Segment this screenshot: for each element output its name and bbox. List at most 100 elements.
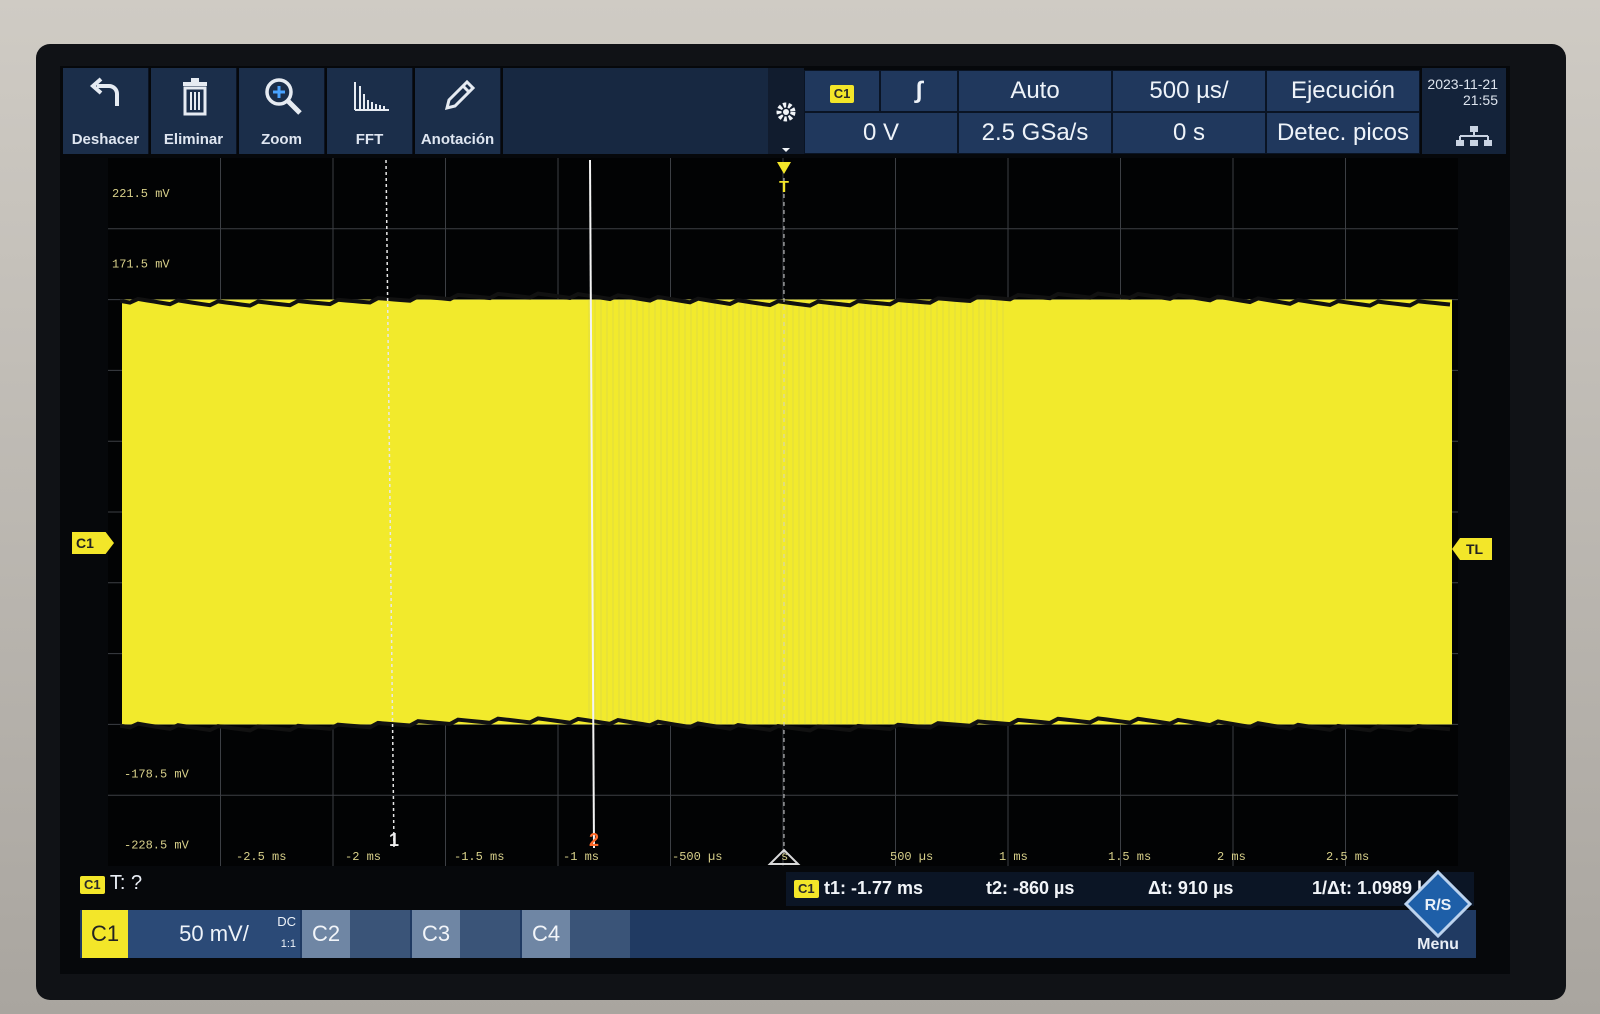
channel-3-box[interactable] (460, 910, 520, 958)
signal-stripe (756, 299, 758, 725)
signal-stripe (942, 299, 944, 725)
trigger-level[interactable]: 0 V (804, 112, 958, 154)
x-axis-label: s (781, 850, 788, 864)
signal-stripe (966, 299, 968, 725)
network-icon (1456, 126, 1492, 146)
channel-2-tab[interactable]: C2 (302, 910, 350, 958)
signal-stripe (648, 299, 650, 725)
date-text: 2023-11-21 (1427, 76, 1498, 92)
time-offset[interactable]: 0 s (1112, 112, 1266, 154)
y-axis-label: 221.5 mV (112, 187, 170, 201)
signal-stripe (906, 299, 908, 725)
signal-stripe (960, 299, 962, 725)
channel-1-ratio: 1:1 (280, 938, 296, 950)
signal-stripe (654, 299, 656, 725)
channel-2-box[interactable] (350, 910, 410, 958)
signal-stripe (714, 299, 716, 725)
signal-stripe (822, 299, 824, 725)
x-axis-label: 2 ms (1217, 850, 1246, 864)
channel-4-box[interactable] (570, 910, 630, 958)
cursor-t2: t2: -860 µs (986, 878, 1075, 898)
trigger-mode[interactable]: Auto (958, 70, 1112, 112)
timebase-scale[interactable]: 500 µs/ (1112, 70, 1266, 112)
y-axis-label: -178.5 mV (124, 768, 190, 782)
signal-stripe (786, 299, 788, 725)
waveform-display[interactable]: T 1 2 221.5 mV 171.5 mV -178.5 mV -228.5 mV… (108, 158, 1458, 866)
signal-stripe (642, 299, 644, 725)
waveform-canvas: T 1 2 221.5 mV 171.5 mV -178.5 mV -228.5 mV… (108, 158, 1458, 866)
cursor-readout[interactable]: C1 t1: -1.77 ms t2: -860 µs Δt: 910 µs 1… (786, 872, 1474, 906)
undo-button[interactable]: Deshacer (63, 68, 149, 154)
signal-stripe (816, 299, 818, 725)
delete-label: Eliminar (163, 131, 224, 148)
fft-label: FFT (355, 131, 384, 148)
signal-stripe (624, 299, 626, 725)
menu-button[interactable]: R/S Menu (1400, 866, 1476, 958)
delete-button[interactable]: Eliminar (151, 68, 237, 154)
signal-stripe (618, 299, 620, 725)
signal-stripe (672, 299, 674, 725)
acquisition-mode[interactable]: Detec. picos (1266, 112, 1420, 154)
signal-stripe (912, 299, 914, 725)
channel-1-tab[interactable]: C1 (82, 910, 128, 958)
signal-stripe (936, 299, 938, 725)
signal-stripe (930, 299, 932, 725)
signal-stripe (780, 299, 782, 725)
signal-stripe (858, 299, 860, 725)
signal-stripe (888, 299, 890, 725)
channel-3-tab[interactable]: C3 (412, 910, 460, 958)
signal-stripe (1002, 299, 1004, 725)
channel-4-tab[interactable]: C4 (522, 910, 570, 958)
settings-button[interactable] (768, 68, 804, 154)
zoom-button[interactable]: Zoom (239, 68, 325, 154)
signal-stripe (864, 299, 866, 725)
signal-stripe (834, 299, 836, 725)
trigger-source-badge: C1 (829, 85, 855, 103)
fft-button[interactable]: FFT (327, 68, 413, 154)
trigger-info: C1 T: ? (80, 872, 142, 902)
signal-stripe (696, 299, 698, 725)
signal-stripe (876, 299, 878, 725)
x-axis-label: -2.5 ms (236, 850, 286, 864)
signal-stripe (600, 299, 602, 725)
signal-stripe (594, 299, 596, 725)
channel-offset-marker[interactable]: C1 (72, 532, 114, 554)
run-state[interactable]: Ejecución (1266, 70, 1420, 112)
x-axis-label: -1.5 ms (454, 850, 504, 864)
trigger-slope[interactable]: ∫ (880, 70, 958, 112)
signal-stripe (954, 299, 956, 725)
signal-stripe (720, 299, 722, 725)
annotation-label: Anotación (420, 131, 495, 148)
menu-label: Menu (1417, 936, 1459, 953)
signal-stripe (732, 299, 734, 725)
trigger-info-text: T: ? (109, 872, 143, 894)
signal-stripe (606, 299, 608, 725)
fft-icon (354, 82, 389, 111)
channel-1-scale-box[interactable]: 50 mV/ DC 1:1 (128, 910, 300, 958)
signal-stripe (870, 299, 872, 725)
trigger-source-cell[interactable]: C1 (804, 70, 880, 112)
x-axis-label: 1.5 ms (1108, 850, 1151, 864)
signal-stripe (684, 299, 686, 725)
y-axis-label: 171.5 mV (112, 258, 170, 272)
signal-stripe (768, 299, 770, 725)
signal-stripe (984, 299, 986, 725)
signal-stripe (798, 299, 800, 725)
undo-label: Deshacer (71, 131, 140, 148)
signal-stripe (978, 299, 980, 725)
signal-stripe (810, 299, 812, 725)
x-axis-label: -2 ms (345, 850, 381, 864)
sample-rate[interactable]: 2.5 GSa/s (958, 112, 1112, 154)
rs-logo-icon: R/S (1403, 869, 1473, 939)
x-axis-label: 500 µs (890, 850, 933, 864)
trigger-level-marker[interactable]: TL (1452, 538, 1492, 560)
cursor-1-marker[interactable]: 1 (389, 830, 399, 850)
signal-stripe (972, 299, 974, 725)
cursor-2-marker[interactable]: 2 (589, 830, 599, 850)
x-axis-label: 2.5 ms (1326, 850, 1369, 864)
signal-stripe (762, 299, 764, 725)
annotation-button[interactable]: Anotación (415, 68, 501, 154)
signal-stripe (828, 299, 830, 725)
signal-stripe (738, 299, 740, 725)
y-axis-label: -228.5 mV (124, 838, 190, 852)
